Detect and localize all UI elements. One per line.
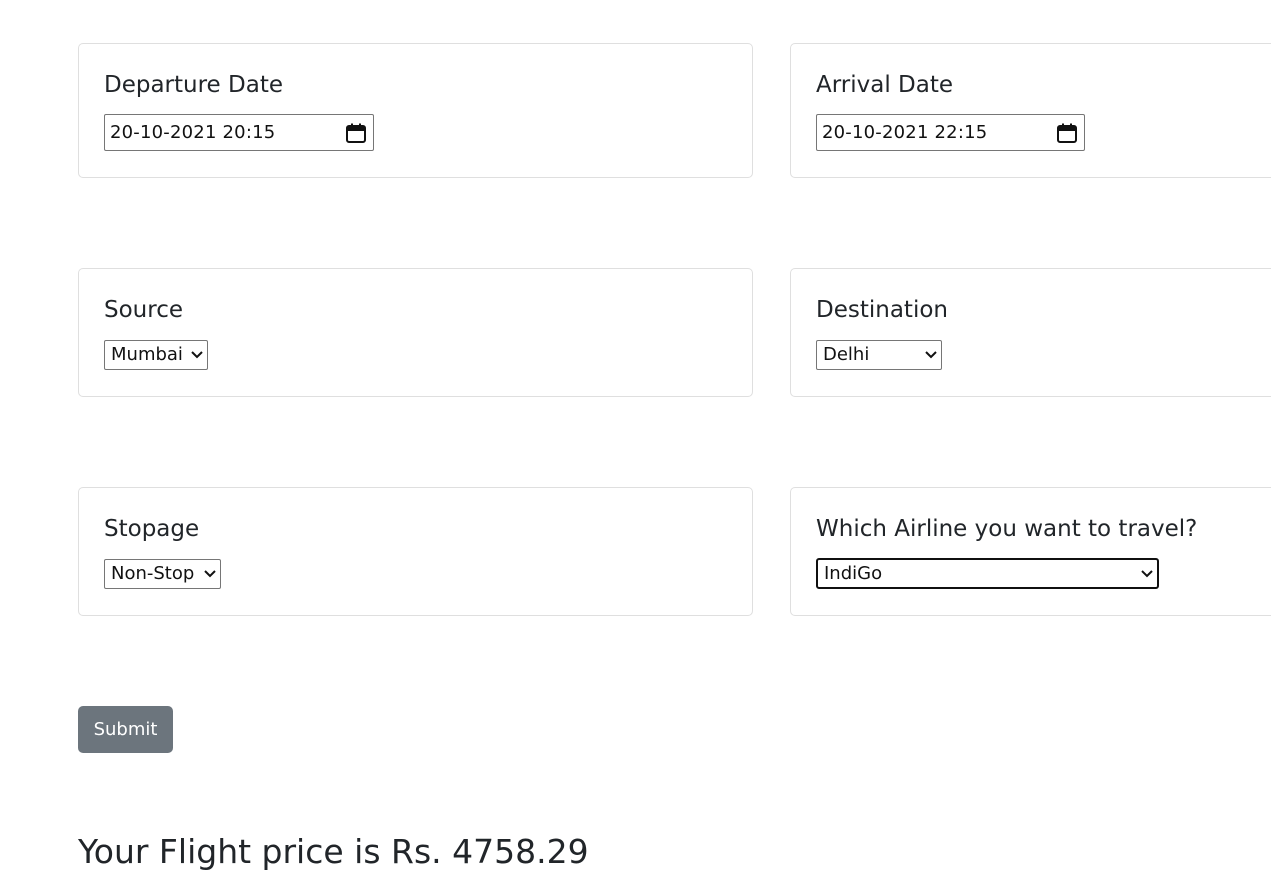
departure-label: Departure Date [104,72,283,98]
arrival-label: Arrival Date [816,72,954,98]
departure-date-value: 20-10-2021 20:15 [110,122,276,143]
destination-select[interactable]: Delhi [816,340,942,370]
source-selected-value: Mumbai [111,344,183,365]
departure-date-input[interactable]: 20-10-2021 20:15 [104,114,374,151]
source-card: Source Mumbai [78,268,753,397]
airline-select[interactable]: IndiGo [816,558,1159,589]
departure-card: Departure Date 20-10-2021 20:15 [78,43,753,178]
calendar-icon[interactable] [1056,122,1078,144]
arrival-date-input[interactable]: 20-10-2021 22:15 [816,114,1085,151]
stopage-select[interactable]: Non-Stop [104,559,221,589]
flight-price-form-page: Departure Date 20-10-2021 20:15 Arrival … [0,0,1271,872]
chevron-down-icon [191,351,203,359]
source-label: Source [104,297,183,323]
airline-card: Which Airline you want to travel? IndiGo [790,487,1271,616]
airline-selected-value: IndiGo [824,563,883,584]
flight-price-result: Your Flight price is Rs. 4758.29 [78,832,589,871]
submit-button[interactable]: Submit [78,706,173,753]
source-select[interactable]: Mumbai [104,340,208,370]
arrival-date-value: 20-10-2021 22:15 [822,122,988,143]
destination-card: Destination Delhi [790,268,1271,397]
destination-selected-value: Delhi [823,344,870,365]
destination-label: Destination [816,297,948,323]
calendar-icon[interactable] [345,122,367,144]
airline-label: Which Airline you want to travel? [816,516,1198,542]
chevron-down-icon [1141,570,1153,578]
stopage-label: Stopage [104,516,200,542]
stopage-card: Stopage Non-Stop [78,487,753,616]
arrival-card: Arrival Date 20-10-2021 22:15 [790,43,1271,178]
chevron-down-icon [204,570,216,578]
chevron-down-icon [925,351,937,359]
stopage-selected-value: Non-Stop [111,563,195,584]
